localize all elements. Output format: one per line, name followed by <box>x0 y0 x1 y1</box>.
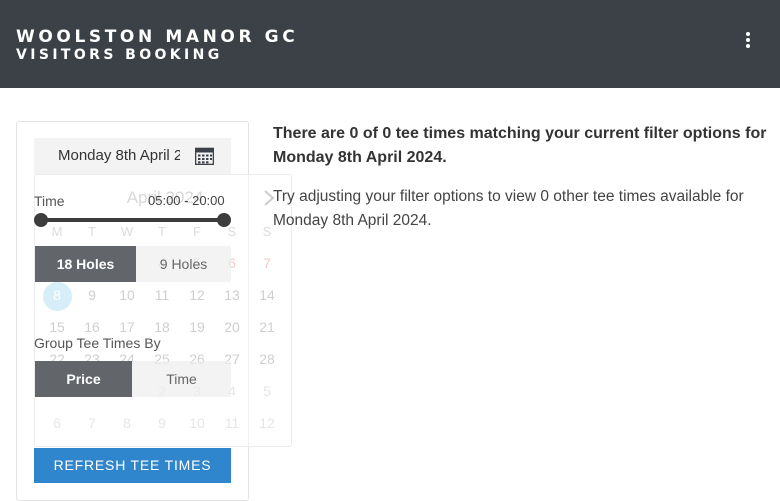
calendar-day[interactable]: 28 <box>252 351 282 367</box>
calendar-day[interactable]: 15 <box>42 319 72 335</box>
calendar-day[interactable]: 10 <box>112 287 142 303</box>
calendar-weekday: W <box>120 224 134 239</box>
group-option-time[interactable]: Time <box>132 361 231 397</box>
time-range-value: 05:00 - 20:00 <box>148 193 225 208</box>
refresh-tee-times-button[interactable]: REFRESH TEE TIMES <box>34 448 231 483</box>
calendar-day[interactable]: 9 <box>147 415 177 431</box>
results-hint: Try adjusting your filter options to vie… <box>273 188 744 229</box>
calendar-weekday: F <box>193 224 201 239</box>
calendar-day[interactable]: 5 <box>252 383 282 399</box>
group-by-label: Group Tee Times By <box>34 335 161 351</box>
time-label: Time <box>34 193 65 209</box>
club-name: WOOLSTON MANOR GC <box>16 27 299 47</box>
calendar-day[interactable]: 21 <box>252 319 282 335</box>
calendar-day[interactable]: 6 <box>42 415 72 431</box>
page-subtitle: VISITORS BOOKING <box>16 47 223 63</box>
app-header: WOOLSTON MANOR GC VISITORS BOOKING <box>0 0 780 88</box>
calendar-day[interactable]: 14 <box>252 287 282 303</box>
calendar-day[interactable]: 10 <box>182 415 212 431</box>
calendar-weekday: T <box>88 224 96 239</box>
calendar-day[interactable]: 20 <box>217 319 247 335</box>
time-slider-start-handle[interactable] <box>34 213 48 227</box>
calendar-weekday: M <box>51 224 63 239</box>
calendar-day[interactable]: 7 <box>77 415 107 431</box>
calendar-day[interactable]: 18 <box>147 319 177 335</box>
group-option-price[interactable]: Price <box>35 361 132 397</box>
calendar-weekday: T <box>158 224 166 239</box>
holes-option-9[interactable]: 9 Holes <box>136 246 231 282</box>
menu-dot <box>746 44 750 48</box>
calendar-day[interactable]: 9 <box>77 287 107 303</box>
calendar-day[interactable]: 16 <box>77 319 107 335</box>
holes-option-18[interactable]: 18 Holes <box>35 246 136 282</box>
kebab-menu-icon[interactable] <box>738 28 758 52</box>
menu-dot <box>746 38 750 42</box>
calendar-day[interactable]: 12 <box>252 415 282 431</box>
date-input-value: Monday 8th April 2024 <box>58 147 180 164</box>
calendar-day[interactable]: 12 <box>182 287 212 303</box>
calendar-day[interactable]: 8 <box>112 415 142 431</box>
calendar-icon[interactable] <box>195 147 214 165</box>
calendar-day[interactable]: 13 <box>217 287 247 303</box>
time-slider-end-handle[interactable] <box>217 213 231 227</box>
calendar-day[interactable]: 11 <box>147 287 177 303</box>
calendar-day[interactable]: 11 <box>217 415 247 431</box>
results-message: There are 0 of 0 tee times matching your… <box>273 125 767 166</box>
calendar-popup <box>34 174 292 447</box>
calendar-day[interactable]: 7 <box>252 255 282 271</box>
calendar-day[interactable]: 8 <box>42 287 72 303</box>
menu-dot <box>746 32 750 36</box>
calendar-day[interactable]: 17 <box>112 319 142 335</box>
time-slider-track[interactable] <box>40 218 224 222</box>
calendar-day[interactable]: 19 <box>182 319 212 335</box>
